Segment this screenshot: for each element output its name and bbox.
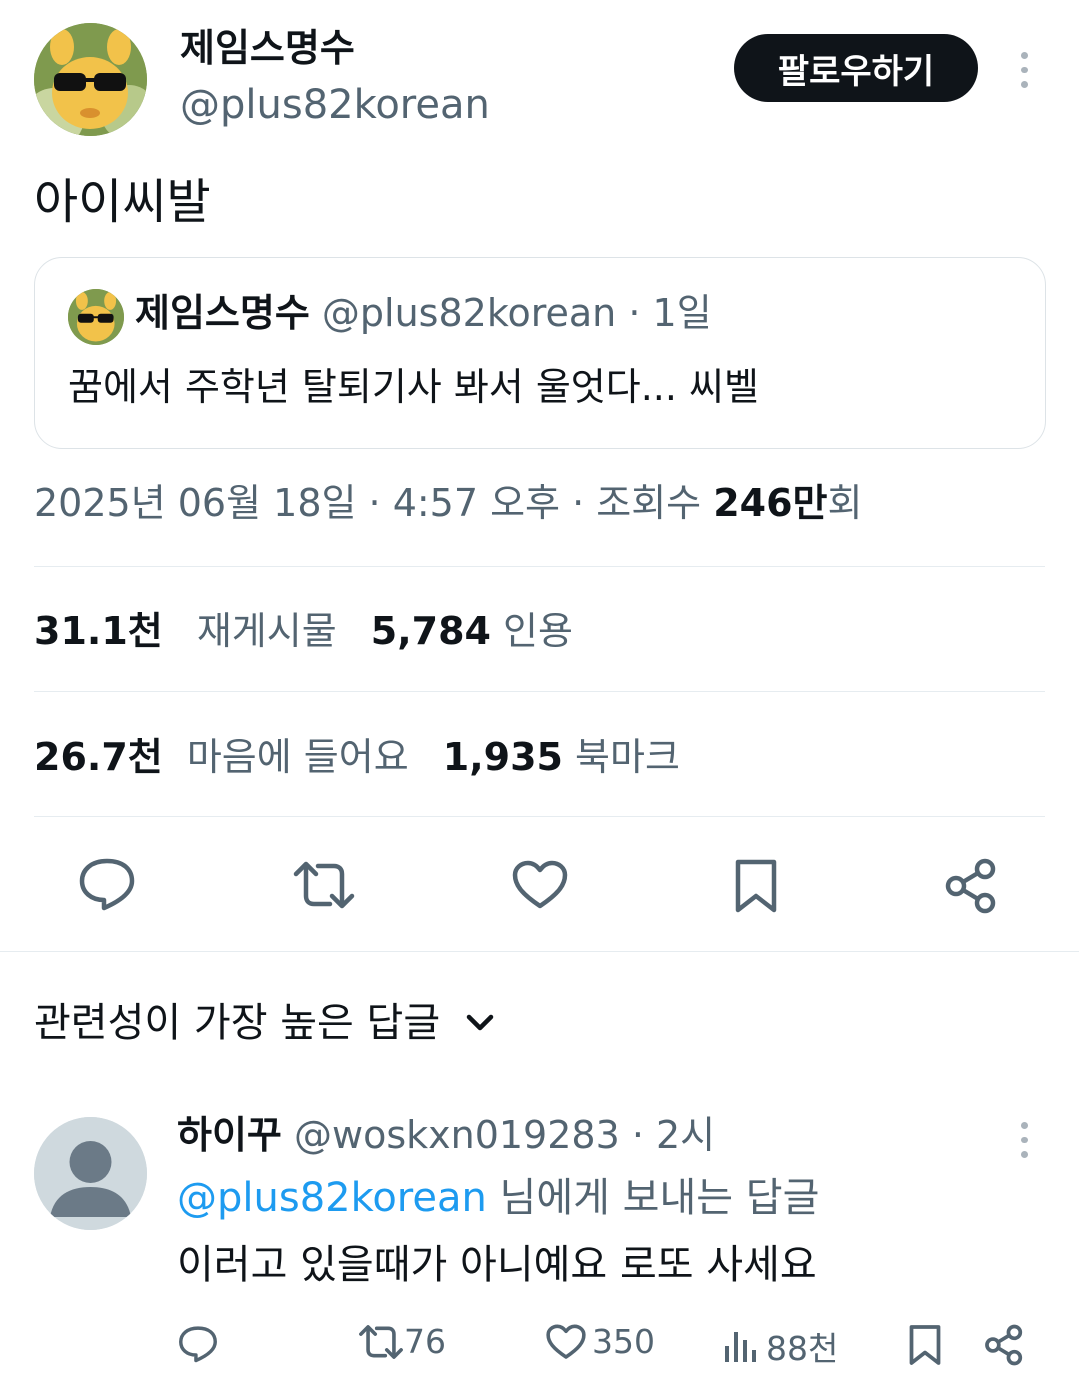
reply-like-button[interactable]: 350 xyxy=(546,1322,655,1361)
retweets-label[interactable]: 재게시물 xyxy=(197,609,337,653)
reply-retweet-count: 76 xyxy=(404,1322,446,1361)
heart-icon[interactable] xyxy=(512,860,568,910)
retweets-count[interactable]: 31.1천 xyxy=(34,609,163,653)
divider xyxy=(34,566,1045,567)
reply-avatar[interactable] xyxy=(34,1117,147,1230)
section-divider xyxy=(0,951,1079,952)
likes-count[interactable]: 26.7천 xyxy=(34,735,163,779)
reply-to-label: 님에게 보내는 답글 xyxy=(486,1175,820,1221)
tweet-text: 아이씨발 xyxy=(34,174,211,230)
quotes-count[interactable]: 5,784 xyxy=(371,609,491,653)
bookmark-icon[interactable] xyxy=(734,858,778,914)
share-icon[interactable] xyxy=(984,1324,1024,1366)
views-count: 246만 xyxy=(713,481,828,525)
bookmarks-label[interactable]: 북마크 xyxy=(575,735,680,779)
bookmarks-count[interactable]: 1,935 xyxy=(443,735,563,779)
reply-author-handle[interactable]: @woskxn019283 xyxy=(294,1113,620,1157)
retweet-icon xyxy=(358,1324,404,1360)
views-suffix: 회 xyxy=(827,481,863,525)
quotes-label[interactable]: 인용 xyxy=(503,609,573,653)
reply-text: 이러고 있을때가 아니예요 로또 사세요 xyxy=(177,1242,817,1288)
follow-button[interactable]: 팔로우하기 xyxy=(734,34,978,102)
quote-time: · 1일 xyxy=(628,291,712,335)
reply-views-button[interactable]: 88천 xyxy=(722,1322,838,1370)
reply-icon[interactable] xyxy=(178,1325,218,1363)
more-icon[interactable] xyxy=(1014,52,1034,89)
heart-icon xyxy=(546,1324,586,1360)
author-handle[interactable]: @plus82korean xyxy=(180,80,490,130)
reply-mention-link[interactable]: @plus82korean xyxy=(177,1175,487,1221)
replies-sort-label: 관련성이 가장 높은 답글 xyxy=(34,1000,441,1046)
reply-retweet-button[interactable]: 76 xyxy=(358,1322,446,1361)
divider xyxy=(34,816,1045,817)
author-avatar[interactable] xyxy=(34,23,147,136)
reply-time: · 2시 xyxy=(631,1113,716,1157)
quote-tweet[interactable]: 제임스명수 @plus82korean · 1일 꿈에서 주학년 탈퇴기사 봐서… xyxy=(34,257,1046,449)
tweet-timestamp[interactable]: 2025년 06월 18일 · 4:57 오후 · 조회수 xyxy=(34,481,713,525)
reply-views-count: 88천 xyxy=(766,1329,839,1368)
quote-author-name: 제임스명수 xyxy=(135,291,310,335)
share-icon[interactable] xyxy=(944,858,998,914)
chevron-down-icon xyxy=(466,1014,494,1032)
views-icon xyxy=(722,1328,758,1364)
quote-text: 꿈에서 주학년 탈퇴기사 봐서 울엇다... 씨벨 xyxy=(68,365,759,409)
reply-icon[interactable] xyxy=(78,857,136,911)
likes-label[interactable]: 마음에 들어요 xyxy=(187,735,409,779)
bookmark-icon[interactable] xyxy=(908,1324,942,1366)
reply-more-icon[interactable] xyxy=(1014,1122,1034,1159)
reply-author-name[interactable]: 하이꾸 xyxy=(177,1113,282,1157)
retweet-icon[interactable] xyxy=(292,860,356,910)
divider xyxy=(34,691,1045,692)
replies-sort-button[interactable]: 관련성이 가장 높은 답글 xyxy=(34,996,494,1050)
reply-like-count: 350 xyxy=(592,1322,655,1361)
author-name[interactable]: 제임스명수 xyxy=(180,24,355,72)
quote-author-handle: @plus82korean xyxy=(321,291,617,335)
quote-avatar xyxy=(68,289,124,345)
